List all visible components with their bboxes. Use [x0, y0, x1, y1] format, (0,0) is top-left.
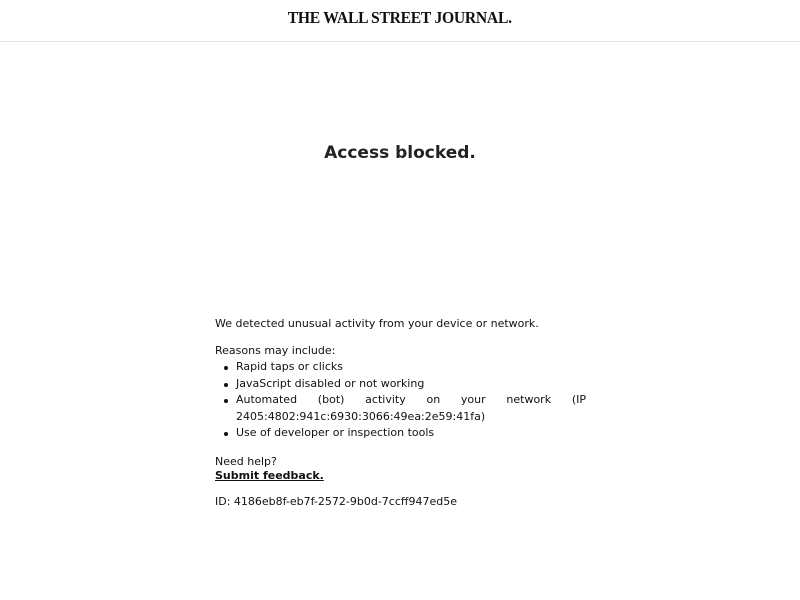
- reasons-heading: Reasons may include:: [215, 344, 336, 357]
- reason-item-text: Automated (bot) activity on your network…: [236, 393, 586, 406]
- reason-item: Rapid taps or clicks: [224, 359, 586, 376]
- submit-feedback-link[interactable]: Submit feedback.: [215, 469, 324, 482]
- reasons-list: Rapid taps or clicks JavaScript disabled…: [215, 359, 586, 442]
- block-message: We detected unusual activity from your d…: [215, 316, 586, 510]
- reason-item: JavaScript disabled or not working: [224, 376, 586, 393]
- reason-item: Use of developer or inspection tools: [224, 425, 586, 442]
- reason-item: Automated (bot) activity on your network…: [224, 392, 586, 425]
- wsj-logo[interactable]: THE WALL STREET JOURNAL.: [288, 8, 512, 28]
- ip-address: 2405:4802:941c:6930:3066:49ea:2e59:41fa): [236, 409, 486, 423]
- help-text: Need help?: [215, 454, 277, 468]
- site-header: THE WALL STREET JOURNAL.: [0, 0, 800, 42]
- request-id: ID: 4186eb8f-eb7f-2572-9b0d-7ccff947ed5e: [215, 494, 457, 508]
- intro-text: We detected unusual activity from your d…: [215, 317, 539, 330]
- page-title: Access blocked.: [324, 143, 476, 163]
